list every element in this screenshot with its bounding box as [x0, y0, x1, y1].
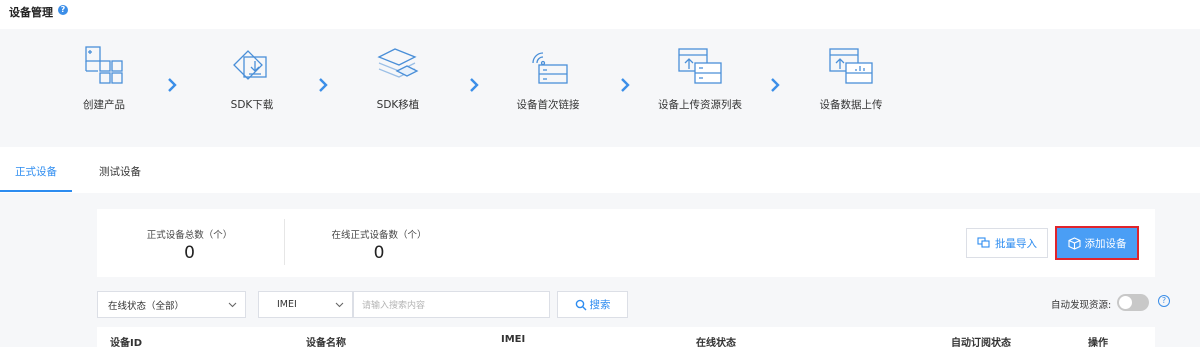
step-label: 创建产品: [83, 99, 125, 111]
search-label: 搜索: [589, 299, 611, 311]
column-header[interactable]: 操作: [1088, 334, 1108, 347]
stat-total-label: 正式设备总数（个）: [146, 230, 233, 241]
batch-import-button[interactable]: 批量导入: [966, 228, 1048, 258]
add-device-label: 添加设备: [1084, 237, 1127, 250]
stat-online-label: 在线正式设备数（个）: [331, 230, 427, 241]
stat-online: 在线正式设备数（个） 0: [319, 227, 439, 263]
main-content: 正式设备总数（个） 0 在线正式设备数（个） 0 批量导入 添加设备 在线状态（…: [0, 193, 1200, 347]
filter-bar: 在线状态（全部） IMEI 请输入搜索内容 搜索 自动发现资源: ?: [97, 291, 1177, 321]
column-header[interactable]: 设备ID: [110, 334, 142, 347]
column-header[interactable]: 在线状态: [696, 334, 736, 347]
chevron-right-icon: [168, 78, 177, 92]
column-header[interactable]: 自动订阅状态: [951, 334, 1011, 347]
onboarding-steps: 创建产品 SDK下载 SDK移植 设备首次链接 设备上传资源列表 设备数据上传: [0, 29, 1200, 147]
step-label: 设备上传资源列表: [658, 99, 742, 111]
step-sdk-download[interactable]: SDK下载: [192, 43, 312, 112]
step-data-upload[interactable]: 设备数据上传: [791, 43, 911, 112]
step-device-link[interactable]: 设备首次链接: [488, 43, 608, 112]
chevron-right-icon: [319, 78, 328, 92]
tab-test-devices[interactable]: 测试设备: [99, 164, 141, 179]
search-input[interactable]: 请输入搜索内容: [353, 291, 550, 318]
create-product-icon: [85, 46, 123, 84]
step-label: SDK移植: [376, 99, 420, 111]
stat-total: 正式设备总数（个） 0: [137, 227, 242, 263]
auto-discover-toggle[interactable]: [1117, 294, 1149, 311]
tab-formal-devices[interactable]: 正式设备: [15, 164, 57, 179]
add-device-button[interactable]: 添加设备: [1055, 226, 1139, 260]
chevron-right-icon: [771, 78, 780, 92]
step-upload-resource[interactable]: 设备上传资源列表: [640, 43, 760, 112]
device-tabs: 正式设备 测试设备: [0, 147, 1200, 193]
search-icon: [575, 299, 586, 310]
status-select[interactable]: 在线状态（全部）: [97, 291, 246, 318]
upload-resource-icon: [678, 48, 722, 84]
search-button[interactable]: 搜索: [557, 291, 628, 318]
data-upload-icon: [829, 48, 873, 84]
chevron-right-icon: [470, 78, 479, 92]
step-create-product[interactable]: 创建产品: [44, 43, 164, 112]
step-label: SDK下载: [230, 99, 274, 111]
page-title: 设备管理: [9, 6, 53, 19]
stats-card: 正式设备总数（个） 0 在线正式设备数（个） 0 批量导入 添加设备: [97, 209, 1155, 277]
column-header[interactable]: IMEI: [501, 334, 525, 345]
stat-online-value: 0: [373, 243, 385, 263]
step-label: 设备数据上传: [819, 99, 883, 111]
search-field-value: IMEI: [277, 299, 297, 310]
search-placeholder: 请输入搜索内容: [362, 301, 426, 311]
auto-discover-label: 自动发现资源:: [1051, 300, 1112, 311]
step-sdk-port[interactable]: SDK移植: [338, 43, 458, 112]
cube-icon: [1067, 236, 1081, 250]
help-icon[interactable]: ?: [1158, 295, 1170, 307]
device-link-icon: [532, 52, 568, 84]
batch-import-icon: [977, 237, 990, 248]
search-field-select[interactable]: IMEI: [258, 291, 353, 318]
status-select-value: 在线状态（全部）: [108, 300, 185, 312]
batch-import-label: 批量导入: [995, 237, 1037, 250]
sdk-download-icon: [233, 50, 267, 80]
step-label: 设备首次链接: [516, 99, 580, 111]
sdk-port-icon: [377, 48, 419, 78]
chevron-right-icon: [621, 78, 630, 92]
divider: [284, 219, 285, 265]
chevron-down-icon: [228, 302, 237, 308]
column-header[interactable]: 设备名称: [306, 334, 346, 347]
page-header: 设备管理 ?: [0, 0, 1200, 29]
device-table-header: 设备ID 设备名称 IMEI 在线状态 自动订阅状态 操作: [97, 327, 1155, 347]
chevron-down-icon: [335, 302, 344, 308]
stat-total-value: 0: [184, 243, 195, 263]
help-icon[interactable]: ?: [58, 5, 68, 15]
active-tab-indicator: [0, 190, 72, 192]
